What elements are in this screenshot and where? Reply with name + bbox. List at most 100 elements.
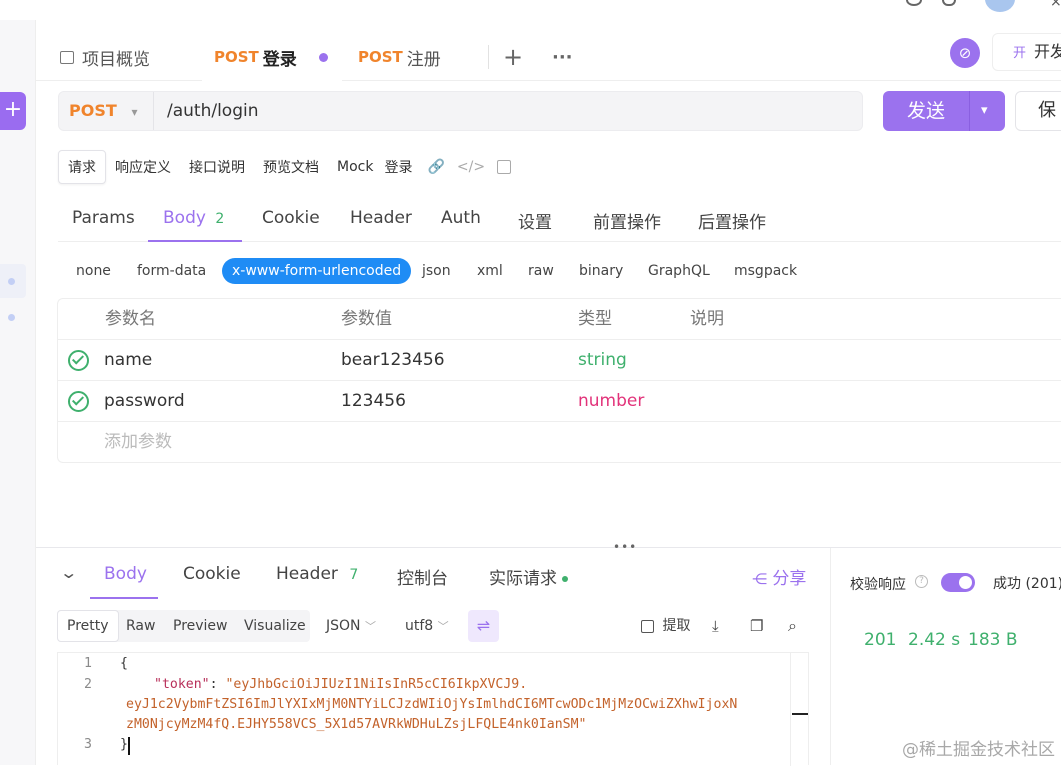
enabled-check-icon[interactable] <box>68 391 89 412</box>
view-raw[interactable]: Raw <box>126 610 155 642</box>
wrap-toggle-icon[interactable]: ⇌ <box>468 610 499 642</box>
subnav-api-doc[interactable]: 接口说明 <box>180 151 254 183</box>
add-param-row[interactable]: 添加参数 <box>58 422 1061 463</box>
response-time: 2.42 s <box>908 630 961 650</box>
tab-cookie[interactable]: Cookie <box>262 208 320 242</box>
tab-post-register[interactable]: POST 注册 <box>358 33 441 81</box>
encoding-value: utf8 <box>405 618 434 634</box>
tab-params[interactable]: Params <box>72 208 135 242</box>
param-value[interactable]: 123456 <box>341 381 406 422</box>
env-label: 开发 <box>1034 42 1061 61</box>
download-icon[interactable]: ⤓ <box>712 610 719 642</box>
validate-toggle[interactable] <box>941 573 975 592</box>
enabled-check-icon[interactable] <box>68 350 89 371</box>
body-type-none[interactable]: none <box>76 258 111 284</box>
tab-project-overview[interactable]: 项目概览 <box>60 33 150 81</box>
column-header: 类型 <box>578 309 612 329</box>
body-type-binary[interactable]: binary <box>579 258 623 284</box>
response-size: 183 B <box>968 630 1018 650</box>
tab-separator <box>488 45 489 69</box>
column-header: 说明 <box>690 309 724 329</box>
more-tabs-button[interactable]: ··· <box>552 33 573 81</box>
sidebar-dot-icon <box>8 314 15 321</box>
param-type[interactable]: string <box>578 340 627 381</box>
tab-auth[interactable]: Auth <box>441 208 481 242</box>
request-url-bar: POST ▾ /auth/login <box>58 91 863 131</box>
extract-button[interactable]: 提取 <box>641 610 690 642</box>
new-item-button[interactable]: + <box>0 92 26 130</box>
tab-resp-console[interactable]: 控制台 <box>397 564 448 599</box>
user-avatar[interactable] <box>985 0 1015 12</box>
body-type-msgpack[interactable]: msgpack <box>734 258 797 284</box>
tab-header[interactable]: Header <box>350 208 412 242</box>
body-type-form-data[interactable]: form-data <box>137 258 206 284</box>
search-icon[interactable]: ⌕ <box>788 610 797 642</box>
sidebar-dot-icon <box>8 278 15 285</box>
validate-status[interactable]: 成功 (201) <box>993 573 1061 593</box>
env-select[interactable]: 开开发 <box>992 33 1061 71</box>
endpoint-name[interactable]: 登录 <box>382 151 421 183</box>
overview-icon <box>60 50 74 64</box>
body-type-urlencoded[interactable]: x-www-form-urlencoded <box>222 258 412 284</box>
add-param-placeholder[interactable]: 添加参数 <box>104 422 172 463</box>
param-type[interactable]: number <box>578 381 644 422</box>
collapse-chevron-icon[interactable]: ⌄ <box>59 563 78 598</box>
tab-post-login[interactable]: POST 登录 <box>202 33 342 81</box>
close-icon[interactable]: × <box>1050 0 1061 10</box>
body-type-graphql[interactable]: GraphQL <box>648 258 710 284</box>
send-label: 发送 <box>907 100 946 122</box>
url-input[interactable]: /auth/login <box>167 92 259 130</box>
format-select[interactable]: JSON ﹀ <box>326 610 376 642</box>
send-button[interactable]: 发送 ▾ <box>883 91 1005 131</box>
tab-resp-cookie[interactable]: Cookie <box>183 564 241 599</box>
response-tabs: ⌄ Body Cookie Header 7 控制台 实际请求 ⋲ 分享 <box>36 555 831 599</box>
table-header-row: 参数名 参数值 类型 说明 <box>58 299 1061 340</box>
code-scrollbar[interactable] <box>790 653 791 766</box>
help-icon[interactable]: ? <box>915 575 928 588</box>
share-button[interactable]: ⋲ 分享 <box>752 564 806 599</box>
param-name[interactable]: name <box>104 340 152 381</box>
code-icon[interactable]: </> <box>451 159 491 175</box>
settings-icon[interactable] <box>906 0 922 6</box>
tab-bar: 项目概览 POST 登录 POST 注册 + ··· ⊘ 开开发 <box>36 33 1061 81</box>
subnav-mock[interactable]: Mock <box>328 153 382 181</box>
json-key: "token" <box>154 677 210 692</box>
encoding-select[interactable]: utf8 ﹀ <box>405 610 449 642</box>
add-tab-button[interactable]: + <box>503 33 523 81</box>
response-code-view[interactable]: 1 2 3 { "token": "eyJhbGciOiJIUzI1NiIsIn… <box>57 652 809 766</box>
save-button[interactable]: 保 <box>1015 91 1061 131</box>
body-type-json[interactable]: json <box>422 258 451 284</box>
method-select[interactable]: POST ▾ <box>59 92 154 130</box>
view-pretty[interactable]: Pretty <box>57 610 119 642</box>
tab-settings[interactable]: 设置 <box>518 208 552 242</box>
sync-icon[interactable]: ⊘ <box>950 38 980 68</box>
code-line-2: "token": "eyJhbGciOiJIUzI1NiIsInR5cCI6Ik… <box>154 677 527 692</box>
tab-label: 登录 <box>262 49 297 70</box>
tab-resp-actual[interactable]: 实际请求 <box>489 564 569 599</box>
body-type-xml[interactable]: xml <box>477 258 503 284</box>
body-type-raw[interactable]: raw <box>528 258 554 284</box>
tab-pre-actions[interactable]: 前置操作 <box>593 208 661 242</box>
chevron-down-icon: ▾ <box>131 105 138 119</box>
share-label: 分享 <box>772 569 807 589</box>
view-visualize[interactable]: Visualize <box>244 610 306 642</box>
subnav-preview-doc[interactable]: 预览文档 <box>254 151 328 183</box>
resize-handle-icon[interactable]: ••• <box>613 540 637 554</box>
notification-icon[interactable] <box>942 0 956 6</box>
status-code: 201 <box>864 630 897 650</box>
line-number: 2 <box>84 677 92 692</box>
chevron-down-icon[interactable]: ▾ <box>981 91 988 131</box>
tab-resp-header[interactable]: Header 7 <box>276 564 358 599</box>
text-cursor <box>128 737 130 755</box>
subnav-request[interactable]: 请求 <box>58 150 106 184</box>
view-preview[interactable]: Preview <box>173 610 228 642</box>
param-name[interactable]: password <box>104 381 185 422</box>
param-value[interactable]: bear123456 <box>341 340 445 381</box>
copy-icon[interactable]: ❐ <box>750 610 763 642</box>
link-icon[interactable]: 🔗 <box>421 159 450 175</box>
subnav-response-def[interactable]: 响应定义 <box>106 151 180 183</box>
tab-post-actions[interactable]: 后置操作 <box>698 208 766 242</box>
tab-body[interactable]: Body 2 <box>148 208 242 242</box>
panel-icon[interactable] <box>497 160 512 174</box>
tab-resp-body[interactable]: Body <box>90 564 158 599</box>
